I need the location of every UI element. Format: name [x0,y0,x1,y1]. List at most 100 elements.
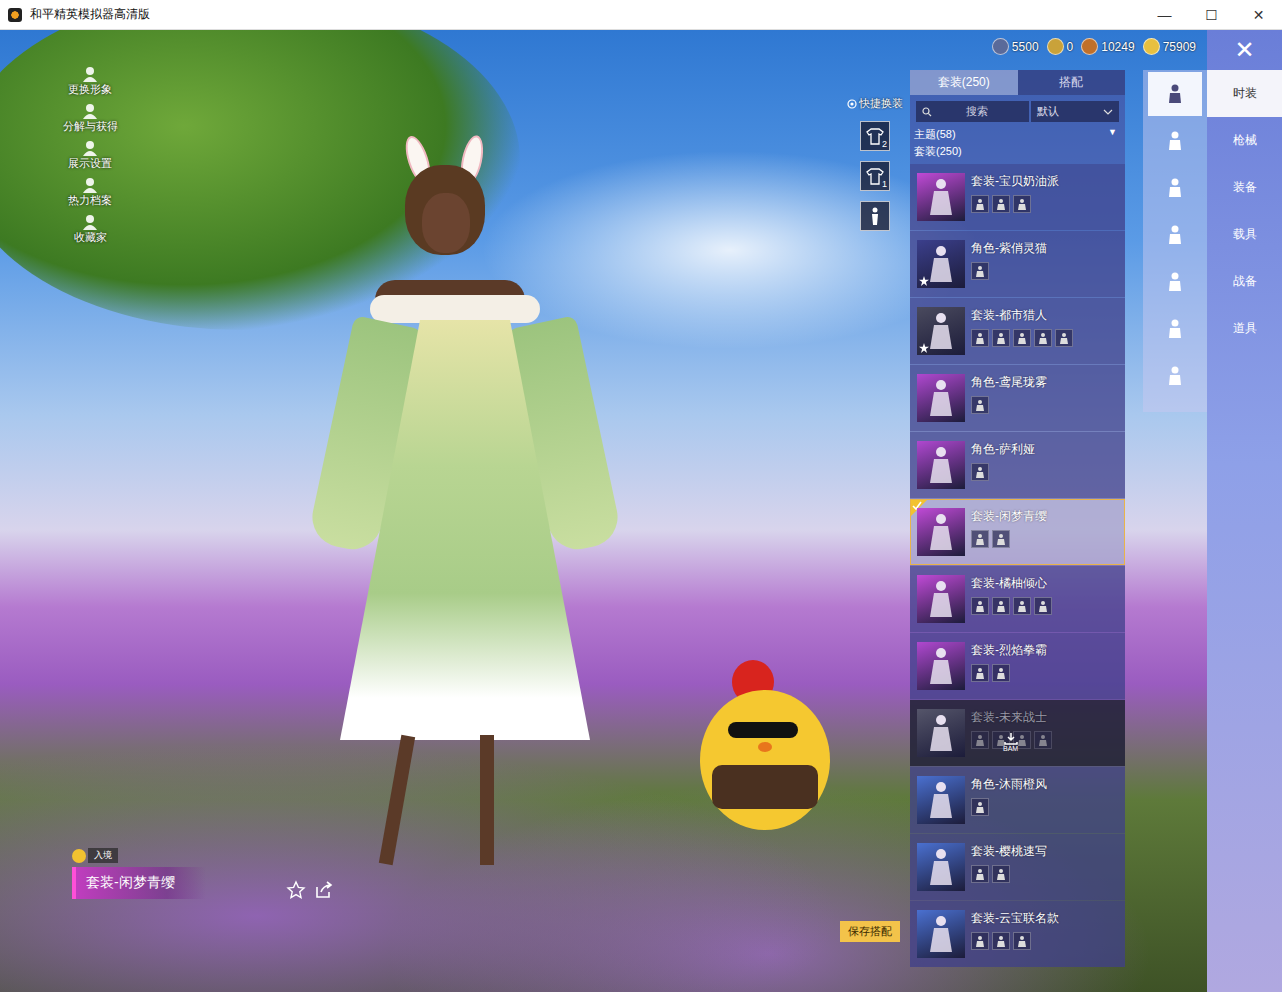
favorite-star-icon [919,343,929,353]
outfit-item[interactable]: 套装-云宝联名款 [910,901,1125,967]
window-controls: —☐✕ [1141,7,1282,23]
piece-icon [971,932,989,950]
part-filter-button[interactable] [1148,119,1202,163]
outfit-info: 套装-宝贝奶油派 [971,173,1059,221]
part-filter-button[interactable] [1148,166,1202,210]
menu-icon [81,66,99,82]
piece-list [971,664,1047,682]
outfit-info: 角色-沐雨橙风 [971,776,1047,824]
part-filter-button[interactable] [1148,354,1202,398]
category-tab[interactable]: 道具 [1207,305,1282,352]
piece-list [971,798,1047,816]
category-tab[interactable]: 载具 [1207,211,1282,258]
outfit-item[interactable]: 套装-宝贝奶油派 [910,164,1125,230]
piece-icon [971,530,989,548]
left-menu-item[interactable]: 热力档案 [58,177,122,208]
outfit-item[interactable]: 套装-烈焰拳霸 [910,633,1125,699]
part-filter-button[interactable] [1148,260,1202,304]
current-outfit: 入境套装-闲梦青缨 [72,848,206,899]
outfit-info: 套装-闲梦青缨 [971,508,1047,556]
tab[interactable]: 搭配 [1018,70,1126,95]
part-filter-button[interactable] [1148,307,1202,351]
outfit-item[interactable]: 套装-未来战士BAM [910,700,1125,766]
share-icon[interactable] [314,880,334,900]
clothing-part-icon [1164,318,1186,340]
piece-list [971,396,1047,414]
left-menu-item[interactable]: 收藏家 [58,214,122,245]
outfit-item[interactable]: 套装-橘柚倾心 [910,566,1125,632]
outfit-item[interactable]: 套装-樱桃速写 [910,834,1125,900]
currency: 10249 [1081,38,1134,55]
piece-icon [971,463,989,481]
sort-dropdown[interactable]: 默认 [1031,101,1119,122]
slot-number: 1 [882,179,887,189]
currency: 0 [1047,38,1074,55]
currency-amount: 10249 [1101,40,1134,54]
outfit-item[interactable]: 套装-都市猎人 [910,298,1125,364]
chicken-body [700,690,830,830]
category-tab[interactable]: 装备 [1207,164,1282,211]
menu-icon [81,140,99,156]
download-badge[interactable]: BAM [1003,733,1018,752]
outfit-item[interactable]: 角色-紫俏灵猫 [910,231,1125,297]
left-menu-item[interactable]: 更换形象 [58,66,122,97]
outfit-figure-icon [924,646,958,686]
outfit-figure-icon [924,512,958,552]
outfit-figure-icon [924,713,958,753]
piece-icon [1034,597,1052,615]
outfit-figure-icon [924,244,958,284]
piece-list [971,932,1059,950]
filter-row[interactable]: 套装(250) [914,143,1121,160]
search-row: 搜索默认 [916,101,1119,122]
chicken-pet[interactable] [700,660,830,840]
outfit-name: 套装-云宝联名款 [971,910,1059,927]
outfit-item[interactable]: 角色-鸢尾珑雾 [910,365,1125,431]
piece-icon [1013,597,1031,615]
outfit-thumbnail [917,374,965,422]
save-outfit-button[interactable]: 保存搭配 [840,921,900,942]
character-model[interactable] [330,135,630,865]
sunglasses [728,722,798,738]
fur-collar [370,295,540,323]
outfit-info: 套装-都市猎人 [971,307,1073,355]
currency: 5500 [992,38,1039,55]
left-menu-item[interactable]: 分解与获得 [58,103,122,134]
outfit-slot-button[interactable]: 2 [860,121,890,151]
piece-icon [992,329,1010,347]
clothing-part-icon [1164,130,1186,152]
piece-list [971,530,1047,548]
menu-icon [81,214,99,230]
preview-button[interactable] [860,201,890,231]
outfit-item[interactable]: 角色-沐雨橙风 [910,767,1125,833]
category-tab[interactable]: 战备 [1207,258,1282,305]
part-filter-button[interactable] [1148,213,1202,257]
star-icon[interactable] [286,880,306,900]
quick-change: 快捷换装21 [842,96,908,231]
piece-icon [971,865,989,883]
coin-icon [1081,38,1098,55]
left-menu-label: 分解与获得 [63,119,118,134]
coin-icon [992,38,1009,55]
category-tab[interactable]: 枪械 [1207,117,1282,164]
window-control-button[interactable]: ✕ [1235,7,1282,23]
left-menu-label: 更换形象 [68,82,112,97]
piece-list [971,329,1073,347]
close-button[interactable]: ✕ [1207,30,1282,70]
tab[interactable]: 套装(250) [910,70,1018,95]
left-menu-item[interactable]: 展示设置 [58,140,122,171]
left-menu-label: 收藏家 [74,230,107,245]
outfit-name: 角色-萨利娅 [971,441,1035,458]
filter-list: 主题(58)▼套装(250) [910,126,1125,164]
window-control-button[interactable]: — [1141,7,1188,23]
window-control-button[interactable]: ☐ [1188,7,1235,23]
part-filter-button[interactable] [1148,72,1202,116]
outfit-slot-button[interactable]: 1 [860,161,890,191]
piece-icon [1034,731,1052,749]
filter-row[interactable]: 主题(58)▼ [914,126,1121,143]
outfit-list: 套装-宝贝奶油派角色-紫俏灵猫套装-都市猎人角色-鸢尾珑雾角色-萨利娅套装-闲梦… [910,164,1125,967]
search-field[interactable]: 搜索 [916,101,1029,122]
piece-icon [971,396,989,414]
outfit-item[interactable]: 角色-萨利娅 [910,432,1125,498]
outfit-item[interactable]: 套装-闲梦青缨 [910,499,1125,565]
category-tab[interactable]: 时装 [1207,70,1282,117]
